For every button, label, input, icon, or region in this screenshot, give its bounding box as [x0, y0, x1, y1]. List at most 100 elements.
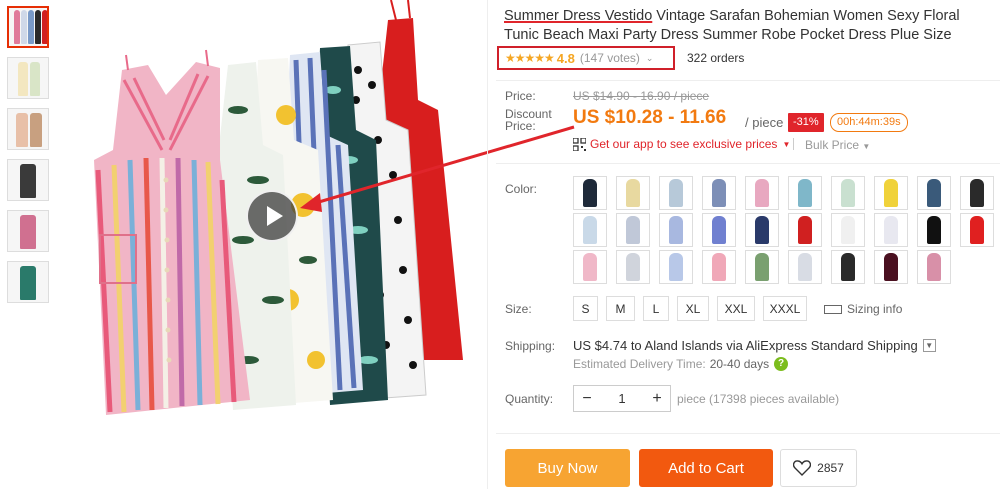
color-swatch[interactable]	[874, 250, 908, 284]
quantity-available: piece (17398 pieces available)	[677, 392, 840, 406]
color-swatch[interactable]	[788, 250, 822, 284]
quantity-input[interactable]	[600, 391, 644, 406]
size-xxxl-button[interactable]: XXXL	[763, 296, 807, 321]
color-swatch[interactable]	[745, 176, 779, 210]
thumbnail-3[interactable]	[7, 108, 49, 150]
discount-badge: -31%	[788, 113, 824, 132]
swatch-dress-thumbnail	[755, 179, 769, 207]
price-label: Price:	[505, 89, 536, 103]
shipping-method[interactable]: US $4.74 to Aland Islands via AliExpress…	[573, 338, 936, 353]
color-swatch[interactable]	[616, 176, 650, 210]
swatch-dress-thumbnail	[712, 179, 726, 207]
sizing-info-text: Sizing info	[847, 302, 903, 316]
shipping-label: Shipping:	[505, 339, 556, 353]
delivery-days: 20-40 days	[709, 357, 770, 371]
color-swatch[interactable]	[616, 213, 650, 247]
swatch-dress-thumbnail	[798, 253, 812, 281]
color-swatch[interactable]	[702, 176, 736, 210]
delivery-label: Estimated Delivery Time:	[573, 357, 706, 371]
app-prices-link[interactable]: Get our app to see exclusive prices ▼	[573, 137, 790, 151]
color-swatch[interactable]	[702, 250, 736, 284]
help-icon[interactable]: ?	[774, 357, 789, 371]
color-swatch[interactable]	[659, 250, 693, 284]
main-product-image[interactable]	[58, 0, 488, 430]
swatch-dress-thumbnail	[841, 253, 855, 281]
color-swatch[interactable]	[745, 250, 779, 284]
color-swatch[interactable]	[960, 213, 994, 247]
color-swatch[interactable]	[831, 176, 865, 210]
color-swatch[interactable]	[573, 250, 607, 284]
bulk-price-dropdown[interactable]: Bulk Price ▼	[805, 138, 870, 152]
swatch-dress-thumbnail	[927, 179, 941, 207]
thumbnail-1[interactable]	[7, 6, 49, 48]
swatch-dress-thumbnail	[927, 216, 941, 244]
thumbnail-2[interactable]	[7, 57, 49, 99]
buy-now-button[interactable]: Buy Now	[505, 449, 630, 487]
discount-label-line2: Price:	[505, 119, 536, 133]
swatch-dress-thumbnail	[583, 253, 597, 281]
bulk-price-text: Bulk Price	[805, 138, 860, 152]
rating-value: 4.8	[556, 50, 575, 66]
color-swatch[interactable]	[573, 213, 607, 247]
quantity-label: Quantity:	[505, 392, 554, 406]
size-xl-button[interactable]: XL	[677, 296, 709, 321]
thumbnail-6[interactable]	[7, 261, 49, 303]
color-swatch[interactable]	[874, 176, 908, 210]
swatch-dress-thumbnail	[970, 179, 984, 207]
size-xxl-button[interactable]: XXL	[717, 296, 755, 321]
color-swatch[interactable]	[917, 176, 951, 210]
size-m-button[interactable]: M	[606, 296, 635, 321]
color-swatch[interactable]	[659, 176, 693, 210]
video-play-button[interactable]	[246, 190, 298, 242]
shipping-text: US $4.74 to Aland Islands via AliExpress…	[573, 338, 918, 353]
add-to-cart-button[interactable]: Add to Cart	[639, 449, 773, 487]
delivery-time: Estimated Delivery Time: 20-40 days ?	[573, 357, 789, 371]
divider	[496, 163, 1000, 164]
color-swatch[interactable]	[788, 176, 822, 210]
increase-quantity-button[interactable]: +	[644, 386, 670, 411]
sizing-info-link[interactable]: Sizing info	[824, 302, 902, 316]
rating-box[interactable]: ★★★★★ 4.8 (147 votes) ⌄	[497, 46, 675, 70]
size-s-button[interactable]: S	[573, 296, 598, 321]
rating-stars-icon: ★★★★★	[505, 51, 555, 65]
swatch-dress-thumbnail	[970, 216, 984, 244]
heart-icon	[793, 460, 812, 476]
swatch-dress-thumbnail	[712, 253, 726, 281]
swatch-dress-thumbnail	[884, 253, 898, 281]
swatch-dress-thumbnail	[755, 253, 769, 281]
title-highlight: Summer Dress Vestido	[504, 8, 653, 24]
decrease-quantity-button[interactable]: −	[574, 386, 600, 411]
color-swatch[interactable]	[960, 176, 994, 210]
chevron-down-icon: ▼	[922, 339, 936, 352]
color-swatch[interactable]	[616, 250, 650, 284]
color-swatch[interactable]	[831, 250, 865, 284]
swatch-dress-thumbnail	[798, 179, 812, 207]
color-swatch[interactable]	[573, 176, 607, 210]
color-swatch[interactable]	[745, 213, 779, 247]
size-l-button[interactable]: L	[643, 296, 669, 321]
color-swatch[interactable]	[702, 213, 736, 247]
qr-code-icon	[573, 137, 586, 151]
color-swatch[interactable]	[874, 213, 908, 247]
color-swatch[interactable]	[917, 213, 951, 247]
thumbnail-4[interactable]	[7, 159, 49, 201]
color-swatch[interactable]	[788, 213, 822, 247]
caret-down-icon: ▼	[782, 139, 791, 149]
color-swatch[interactable]	[917, 250, 951, 284]
size-label: Size:	[505, 302, 532, 316]
swatch-dress-thumbnail	[927, 253, 941, 281]
color-label: Color:	[505, 182, 538, 196]
divider	[496, 80, 1000, 81]
swatch-dress-thumbnail	[669, 216, 683, 244]
color-swatch[interactable]	[659, 213, 693, 247]
color-swatch[interactable]	[831, 213, 865, 247]
swatch-dress-thumbnail	[626, 179, 640, 207]
thumbnail-5[interactable]	[7, 210, 49, 252]
swatch-dress-thumbnail	[669, 179, 683, 207]
wishlist-button[interactable]: 2857	[780, 449, 857, 487]
wishlist-count: 2857	[817, 461, 844, 475]
orders-count: 322 orders	[687, 51, 745, 65]
votes-count: (147 votes)	[579, 51, 640, 65]
original-price: US $14.90 - 16.90 / piece	[573, 89, 710, 103]
swatch-dress-thumbnail	[626, 216, 640, 244]
